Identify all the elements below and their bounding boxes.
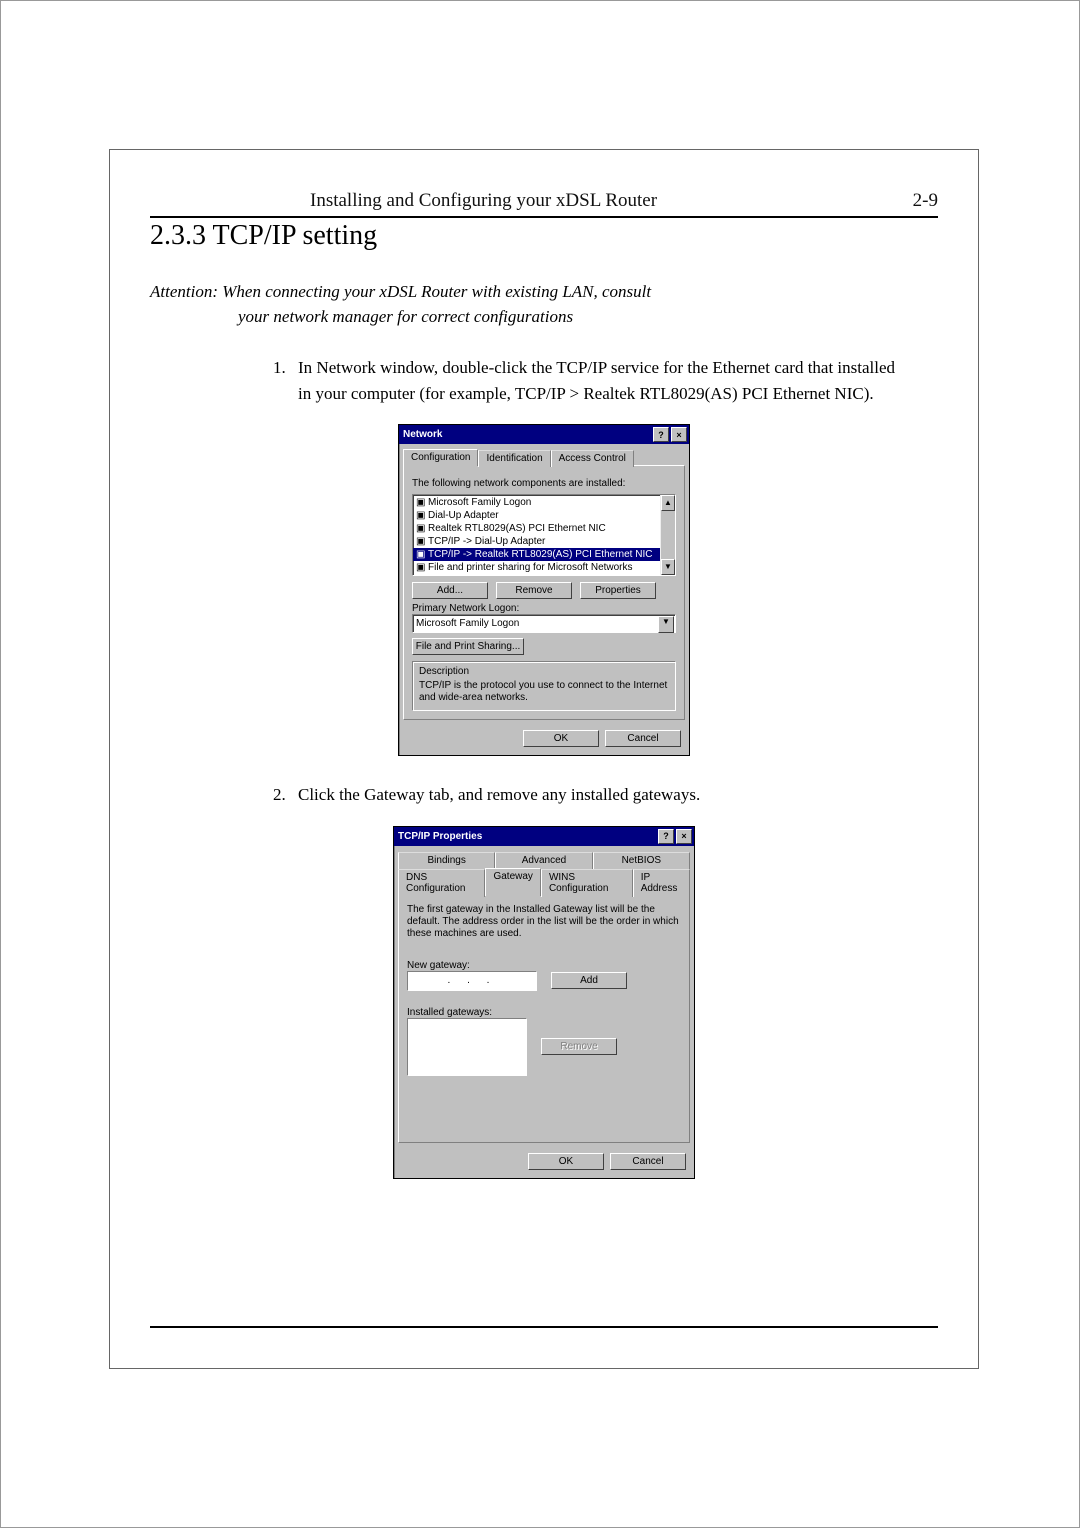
ok-button[interactable]: OK: [523, 730, 599, 747]
help-icon[interactable]: ?: [653, 427, 669, 442]
tcpip-title: TCP/IP Properties: [398, 831, 482, 842]
primary-logon-combo[interactable]: Microsoft Family Logon ▼: [412, 614, 676, 633]
primary-logon-label: Primary Network Logon:: [412, 603, 676, 614]
tab-dns[interactable]: DNS Configuration: [398, 869, 485, 897]
cancel-button[interactable]: Cancel: [610, 1153, 686, 1170]
cancel-button[interactable]: Cancel: [605, 730, 681, 747]
footer-rule: [150, 1326, 938, 1328]
description-group: Description TCP/IP is the protocol you u…: [412, 661, 676, 711]
attention-note: Attention: When connecting your xDSL Rou…: [150, 280, 938, 329]
step-1: In Network window, double-click the TCP/…: [290, 355, 938, 406]
description-title: Description: [419, 666, 669, 677]
close-icon[interactable]: ×: [671, 427, 687, 442]
page: Installing and Configuring your xDSL Rou…: [0, 0, 1080, 1528]
protocol-icon: ▣: [416, 535, 428, 548]
list-item-selected[interactable]: ▣TCP/IP -> Realtek RTL8029(AS) PCI Ether…: [413, 548, 675, 561]
installed-gateways-row: Remove: [407, 1018, 681, 1076]
attention-line2: your network manager for correct configu…: [150, 305, 938, 330]
tab-gateway[interactable]: Gateway: [485, 868, 540, 896]
file-print-sharing-button[interactable]: File and Print Sharing...: [412, 638, 524, 655]
add-button[interactable]: Add...: [412, 582, 488, 599]
service-icon: ▣: [416, 561, 428, 574]
network-title: Network: [403, 429, 442, 440]
section-title: 2.3.3 TCP/IP setting: [150, 220, 938, 252]
new-gateway-input[interactable]: . . .: [407, 971, 537, 991]
page-number: 2-9: [913, 190, 938, 212]
remove-button[interactable]: Remove: [496, 582, 572, 599]
tab-netbios[interactable]: NetBIOS: [593, 852, 690, 869]
client-icon: ▣: [416, 496, 428, 509]
network-dialog: Network ? × Configuration Identification…: [398, 424, 690, 756]
content-frame: Installing and Configuring your xDSL Rou…: [109, 149, 979, 1369]
tab-ipaddress[interactable]: IP Address: [633, 869, 690, 897]
tcpip-titlebar[interactable]: TCP/IP Properties ? ×: [394, 827, 694, 846]
properties-button[interactable]: Properties: [580, 582, 656, 599]
screenshot-1: Network ? × Configuration Identification…: [150, 424, 938, 756]
network-tab-panel: The following network components are ins…: [403, 465, 685, 720]
scroll-down-icon[interactable]: ▼: [661, 559, 675, 575]
step-2: Click the Gateway tab, and remove any in…: [290, 782, 938, 808]
network-footer: OK Cancel: [399, 724, 689, 755]
components-list[interactable]: ▣Microsoft Family Logon ▣Dial-Up Adapter…: [412, 494, 676, 576]
tab-wins[interactable]: WINS Configuration: [541, 869, 633, 897]
add-gateway-button[interactable]: Add: [551, 972, 627, 989]
list-item[interactable]: ▣Dial-Up Adapter: [413, 509, 675, 522]
ok-button[interactable]: OK: [528, 1153, 604, 1170]
network-titlebar[interactable]: Network ? ×: [399, 425, 689, 444]
tcpip-dialog: TCP/IP Properties ? × Bindings Advanced …: [393, 826, 695, 1179]
help-icon[interactable]: ?: [658, 829, 674, 844]
header-rule: [150, 216, 938, 218]
tab-configuration[interactable]: Configuration: [403, 449, 478, 466]
installed-gateways-label: Installed gateways:: [407, 1007, 681, 1018]
tcpip-tabs-row2: DNS Configuration Gateway WINS Configura…: [394, 867, 694, 895]
attention-line1: Attention: When connecting your xDSL Rou…: [150, 282, 651, 301]
scroll-up-icon[interactable]: ▲: [661, 495, 675, 511]
step-list-2: Click the Gateway tab, and remove any in…: [150, 782, 938, 808]
step-list: In Network window, double-click the TCP/…: [150, 355, 938, 406]
description-text: TCP/IP is the protocol you use to connec…: [419, 680, 669, 704]
close-icon[interactable]: ×: [676, 829, 692, 844]
tab-access-control[interactable]: Access Control: [551, 450, 634, 467]
list-item[interactable]: ▣Realtek RTL8029(AS) PCI Ethernet NIC: [413, 522, 675, 535]
tab-identification[interactable]: Identification: [478, 450, 550, 467]
doc-title: Installing and Configuring your xDSL Rou…: [310, 190, 657, 212]
adapter-icon: ▣: [416, 509, 428, 522]
screenshot-2: TCP/IP Properties ? × Bindings Advanced …: [150, 826, 938, 1179]
network-tabs: Configuration Identification Access Cont…: [399, 444, 689, 465]
list-item[interactable]: ▣TCP/IP -> Dial-Up Adapter: [413, 535, 675, 548]
chevron-down-icon[interactable]: ▼: [658, 616, 674, 633]
tab-bindings[interactable]: Bindings: [398, 852, 495, 869]
components-intro: The following network components are ins…: [412, 478, 676, 489]
new-gateway-label: New gateway:: [407, 960, 681, 971]
installed-gateways-list[interactable]: [407, 1018, 527, 1076]
component-buttons: Add... Remove Properties: [412, 582, 676, 599]
tcpip-tabs-row1: Bindings Advanced NetBIOS: [394, 846, 694, 867]
list-item[interactable]: ▣Microsoft Family Logon: [413, 496, 675, 509]
running-header: Installing and Configuring your xDSL Rou…: [150, 190, 938, 212]
protocol-icon: ▣: [416, 548, 428, 561]
primary-logon-value: Microsoft Family Logon: [416, 618, 519, 629]
gateway-intro: The first gateway in the Installed Gatew…: [407, 904, 681, 940]
new-gateway-row: . . . Add: [407, 971, 681, 991]
remove-gateway-button[interactable]: Remove: [541, 1038, 617, 1055]
scrollbar[interactable]: ▲ ▼: [660, 495, 675, 575]
list-item[interactable]: ▣File and printer sharing for Microsoft …: [413, 561, 675, 574]
adapter-icon: ▣: [416, 522, 428, 535]
tcpip-tab-panel: The first gateway in the Installed Gatew…: [398, 895, 690, 1143]
tab-advanced[interactable]: Advanced: [495, 852, 592, 869]
tcpip-footer: OK Cancel: [394, 1147, 694, 1178]
